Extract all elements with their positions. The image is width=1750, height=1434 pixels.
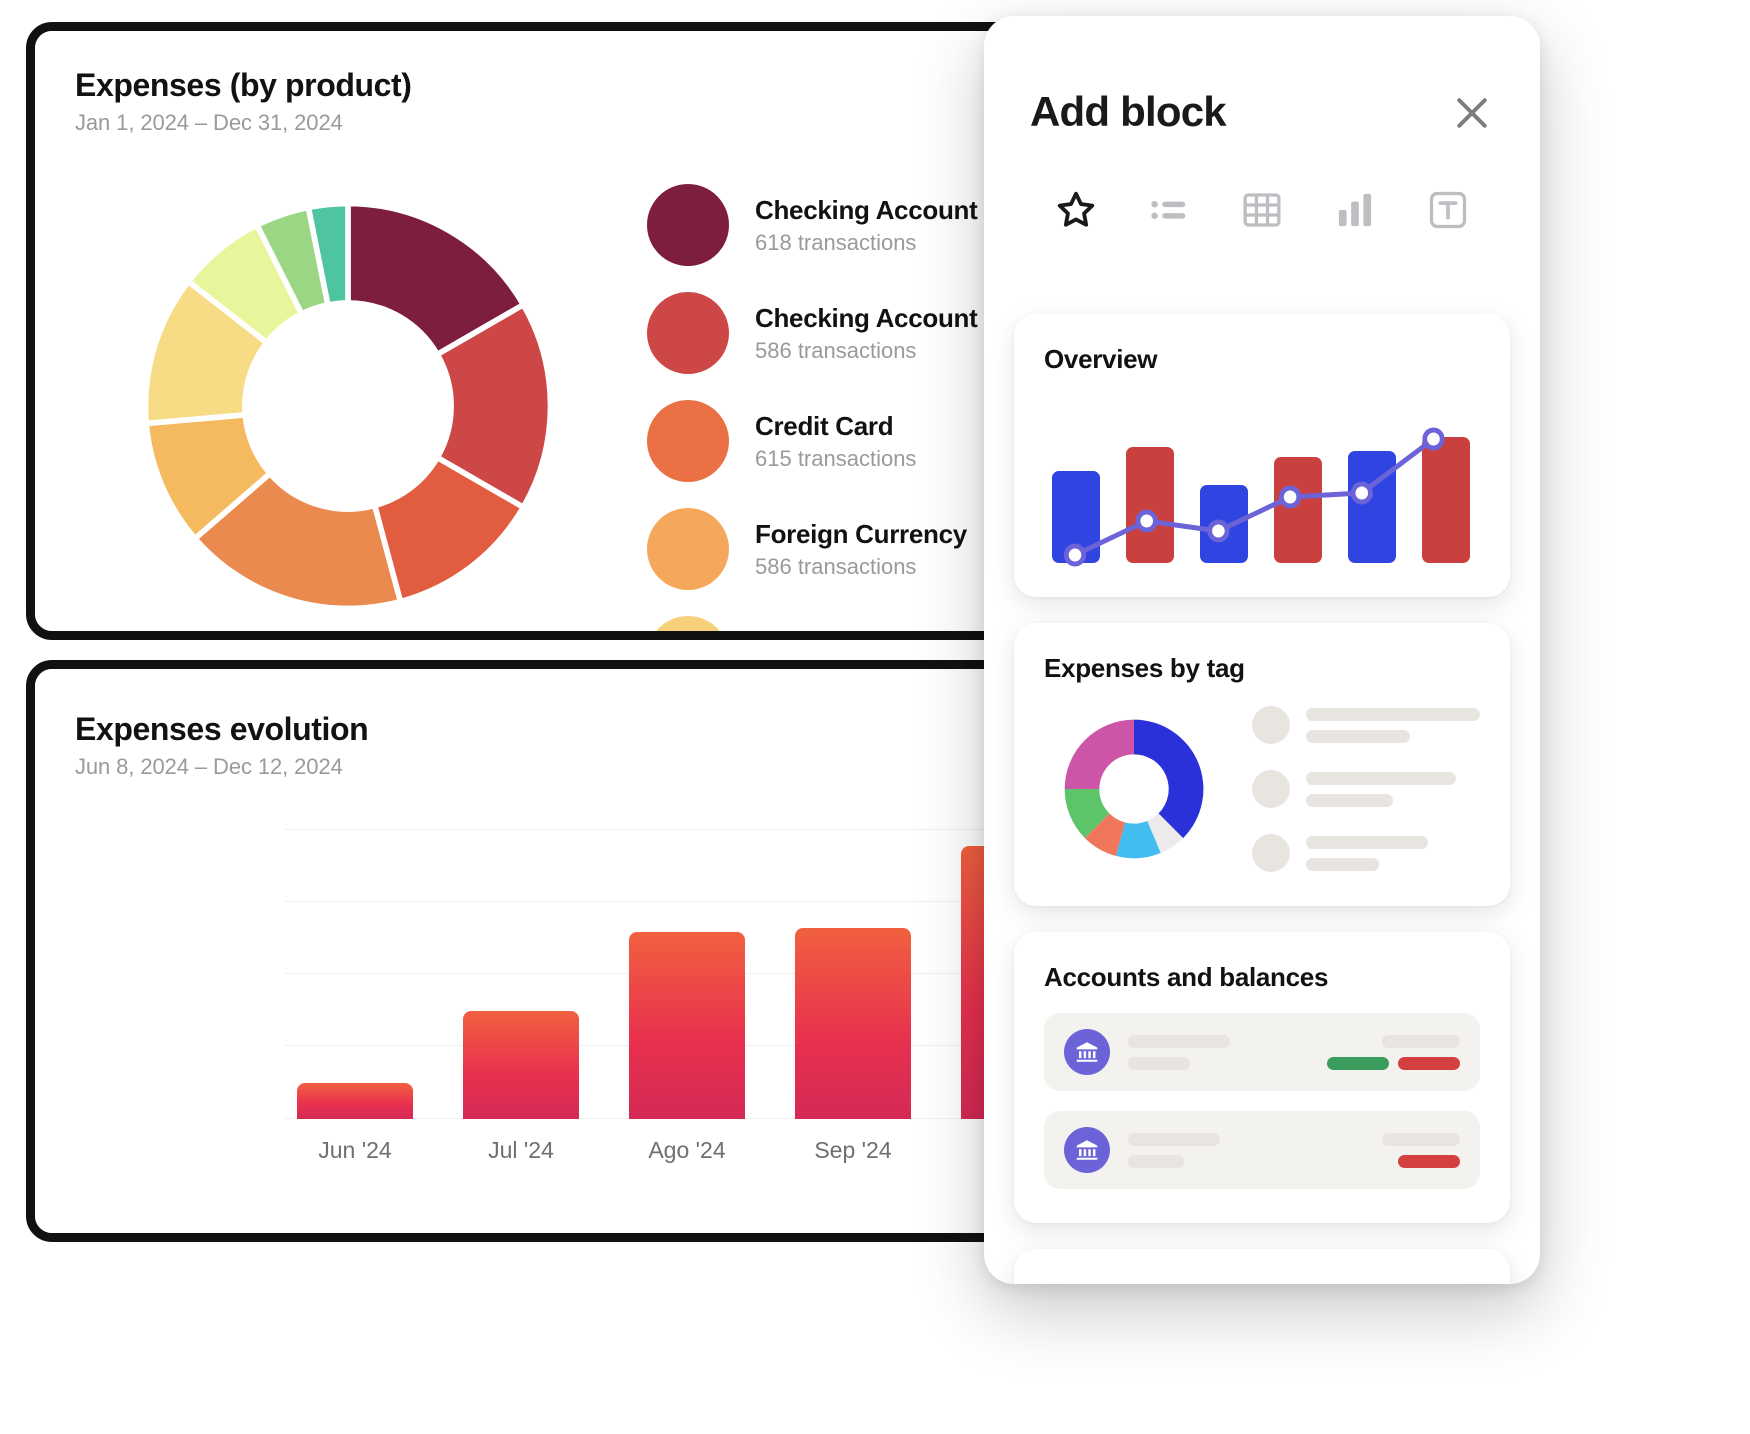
block-accounts-and-balances[interactable]: Accounts and balances [1014, 932, 1510, 1223]
expenses-evolution-body: Expenses evolution Jun 8, 2024 – Dec 12,… [35, 669, 1077, 1233]
bar-jul[interactable] [463, 1011, 579, 1119]
tag-legend-placeholder [1252, 706, 1480, 872]
legend-count: 618 transactions [755, 229, 917, 255]
block-category-tabs [984, 136, 1540, 240]
tab-lists[interactable] [1123, 180, 1216, 240]
bank-glyph [1076, 1140, 1098, 1160]
tab-tables[interactable] [1216, 180, 1309, 240]
preview-line-overlay [1063, 427, 1445, 567]
legend-label: Checking Account [755, 302, 978, 333]
star-icon [1058, 191, 1095, 227]
x-axis-tick: Jun '24 [318, 1137, 392, 1163]
bar-series: Jun '24 Jul '24 Ago '24 Sep '24 Oct '24 [285, 829, 1077, 1163]
legend-label: Checking Account [755, 194, 978, 225]
legend-count: 586 transactions [755, 553, 917, 579]
panel-header: Add block [984, 16, 1540, 136]
legend-label: Savings [755, 627, 916, 632]
close-icon[interactable] [1450, 90, 1494, 134]
bank-icon [1064, 1029, 1110, 1075]
x-axis-tick: Jul '24 [488, 1137, 554, 1163]
tab-charts[interactable] [1308, 180, 1401, 240]
add-block-panel: Add block Overview Expenses by tag Accou… [984, 16, 1540, 1284]
block-overview[interactable]: Overview [1014, 314, 1510, 597]
y-axis-tick: €160,000.00 [26, 808, 29, 831]
page-title: Expenses (by product) [75, 67, 412, 103]
bar-chart: €160,000.00 €120,000.00 €80,000.00 €40,0… [75, 819, 1077, 1233]
text-icon [1429, 191, 1466, 229]
block-title: Expenses by tag [1044, 653, 1245, 683]
table-icon [1243, 193, 1281, 227]
legend-color-dot [1252, 770, 1290, 808]
legend-color-dot [647, 400, 729, 482]
tag-donut-icon [1064, 719, 1204, 859]
block-title: Accounts and balances [1044, 962, 1329, 992]
expenses-by-product-card: Expenses (by product) Jan 1, 2024 – Dec … [26, 22, 1086, 640]
y-axis-tick: €80,000.00 [26, 952, 29, 975]
list-item [1252, 834, 1480, 872]
donut-chart [113, 181, 583, 631]
block-list[interactable]: Overview Expenses by tag Accounts and ba… [984, 314, 1540, 1284]
chart-date-range: Jun 8, 2024 – Dec 12, 2024 [75, 753, 343, 779]
bar-sep[interactable] [795, 928, 911, 1119]
bar-jun[interactable] [297, 1083, 413, 1119]
expenses-evolution-card: Expenses evolution Jun 8, 2024 – Dec 12,… [26, 660, 1086, 1242]
block-title: Table [1044, 1279, 1480, 1284]
bar-chart-icon [1338, 193, 1371, 227]
y-axis-tick: €0.00 [26, 1097, 29, 1120]
bank-icon [1064, 1127, 1110, 1173]
legend-color-dot [1252, 834, 1290, 872]
y-axis-tick: €120,000.00 [26, 880, 29, 903]
screenshot-root: Expenses (by product) Jan 1, 2024 – Dec … [0, 0, 1750, 1434]
block-table[interactable]: Table [1014, 1249, 1510, 1284]
list-item [1252, 770, 1480, 808]
block-title: Overview [1044, 344, 1158, 374]
x-axis-tick: Sep '24 [814, 1137, 892, 1163]
legend-color-dot [647, 292, 729, 374]
account-row [1044, 1111, 1480, 1189]
x-axis-tick: Ago '24 [648, 1137, 726, 1163]
legend-color-dot [647, 616, 729, 631]
list-item [1252, 706, 1480, 744]
date-range-label: Jan 1, 2024 – Dec 31, 2024 [75, 109, 343, 135]
legend-count: 586 transactions [755, 337, 917, 363]
legend-color-dot [1252, 706, 1290, 744]
legend-color-dot [647, 184, 729, 266]
tab-favorites[interactable] [1030, 180, 1123, 240]
legend-count: 615 transactions [755, 445, 917, 471]
block-expenses-by-tag[interactable]: Expenses by tag [1014, 623, 1510, 906]
legend-color-dot [647, 508, 729, 590]
list-icon [1151, 200, 1186, 220]
bank-glyph [1076, 1042, 1098, 1062]
y-axis-tick: €40,000.00 [26, 1024, 29, 1047]
legend-label: Credit Card [755, 410, 894, 441]
chart-title: Expenses evolution [75, 711, 369, 747]
overview-preview-chart [1044, 403, 1480, 567]
legend-label: Foreign Currency [755, 518, 967, 549]
bar-ago[interactable] [629, 932, 745, 1119]
account-row [1044, 1013, 1480, 1091]
donut-chart-svg [142, 200, 554, 612]
expenses-by-product-body: Expenses (by product) Jan 1, 2024 – Dec … [35, 31, 1077, 631]
tab-text[interactable] [1401, 180, 1494, 240]
panel-title: Add block [1030, 88, 1227, 135]
